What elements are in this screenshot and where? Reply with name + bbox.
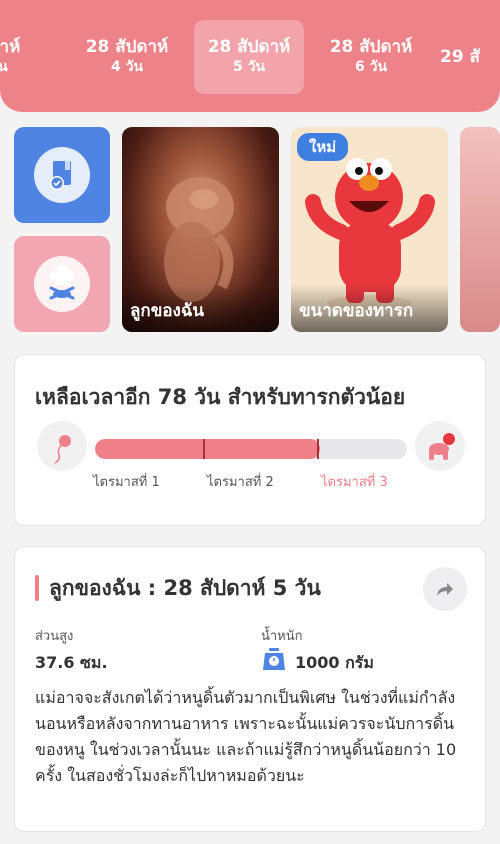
week-tab-day: วัน [0,59,8,75]
next-card[interactable] [460,127,500,332]
scale-icon [261,647,287,671]
weight-value: 1000 กรัม [295,653,374,672]
my-baby-caption: ลูกของฉัน [130,301,205,321]
week-tab-current[interactable]: 28 สัปดาห์ 5 วัน [194,20,304,94]
week-tab-week: 28 สัปดาห์ [207,37,291,57]
week-tab-week: 28 สัปดาห์ [329,37,413,57]
trimester-1-label: ไตรมาสที่ 1 [93,475,160,490]
checklist-tile[interactable] [14,127,110,223]
nutrition-tile[interactable] [14,236,110,332]
baby-size-card[interactable]: ใหม่ ขนาดของทารก [291,127,448,332]
trimester-marker [203,439,205,459]
sperm-icon [37,421,87,471]
week-tab-week: 29 สั [440,47,480,67]
height-label: ส่วนสูง [35,629,74,644]
countdown-title: เหลือเวลาอีก 78 วัน สำหรับทารกตัวน้อย [35,385,406,409]
week-tab-week: 28 สัปดาห์ [85,37,169,57]
baby-info-heading: ลูกของฉัน : 28 สัปดาห์ 5 วัน [49,576,321,600]
crawling-baby-icon [415,421,465,471]
week-tab-next-2[interactable]: 29 สั [440,20,500,94]
weight-label: น้ำหนัก [261,629,303,644]
week-tab-day: 4 วัน [110,59,144,75]
week-tab-prev-2[interactable]: ปดาห์ วัน [0,20,54,94]
week-tab-day: 6 วัน [354,59,388,75]
trimester-marker [317,439,319,459]
baby-info-card: ลูกของฉัน : 28 สัปดาห์ 5 วัน ส่วนสูง 37.… [14,546,486,832]
heading-accent-bar [35,575,39,601]
baby-size-caption: ขนาดของทารก [299,301,414,321]
share-icon [437,583,453,596]
week-tab-next-1[interactable]: 28 สัปดาห์ 6 วัน [316,20,426,94]
pregnancy-progress-bar [95,439,407,459]
week-selector: ปดาห์ วัน 28 สัปดาห์ 4 วัน 28 สัปดาห์ 5 … [0,0,500,112]
new-badge: ใหม่ [297,133,349,161]
share-button[interactable] [423,567,467,611]
baby-description: แม่อาจจะสังเกตได้ว่าหนูดิ้นตัวมากเป็นพิเ… [35,688,457,785]
book-check-icon [34,147,90,203]
week-tab-day: 5 วัน [232,59,266,75]
progress-fill [95,439,320,459]
trimester-2-label: ไตรมาสที่ 2 [207,475,274,490]
chef-hat-icon [34,256,90,312]
my-baby-card[interactable]: ลูกของฉัน [122,127,279,332]
height-value: 37.6 ซม. [35,653,108,672]
trimester-3-label: ไตรมาสที่ 3 [321,475,388,490]
week-tab-prev-1[interactable]: 28 สัปดาห์ 4 วัน [72,20,182,94]
countdown-card: เหลือเวลาอีก 78 วัน สำหรับทารกตัวน้อย ไต… [14,354,486,526]
week-tab-week: ปดาห์ [0,37,21,57]
